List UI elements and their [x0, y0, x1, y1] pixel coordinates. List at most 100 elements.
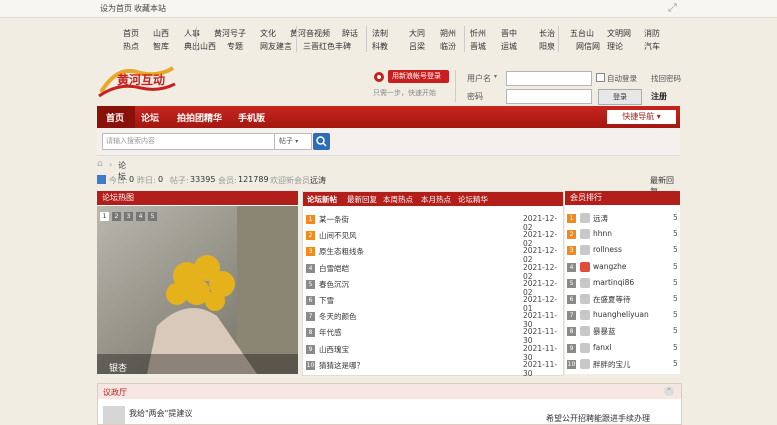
last-post-link[interactable]: 希望公开招聘能跟进手续办理 — [546, 413, 650, 424]
nav-link[interactable]: 网信网 — [576, 41, 600, 52]
thread-row[interactable]: 9 山西瑰宝 2021-11-30 — [303, 342, 561, 362]
nav-link[interactable]: 汽车 — [644, 41, 660, 52]
tab-3[interactable]: 本月热点 — [421, 194, 451, 205]
member-row[interactable]: 10 胖胖的宝儿 5 — [565, 357, 680, 373]
nav-home[interactable]: 首页 — [106, 111, 124, 124]
tab-2[interactable]: 本周热点 — [383, 194, 413, 205]
tab-1[interactable]: 最新回复 — [347, 194, 377, 205]
nav-forum[interactable]: 论坛 — [141, 111, 159, 124]
thread-title[interactable]: 某一条街 — [319, 214, 349, 225]
auto-login-checkbox[interactable] — [596, 73, 605, 82]
thread-title[interactable]: 山间不见风 — [319, 230, 357, 241]
nav-link[interactable]: 辞话 — [342, 28, 358, 39]
member-row[interactable]: 1 远涛 5 — [565, 211, 680, 227]
member-row[interactable]: 5 martinqi86 5 — [565, 276, 680, 292]
thread-row[interactable]: 10 猜猜这是哪？ 2021-11-30 — [303, 358, 561, 378]
hot-photo[interactable]: 12345 银杏 — [97, 206, 298, 374]
avatar[interactable] — [580, 261, 590, 272]
nav-link[interactable]: 长治 — [539, 28, 555, 39]
thread-row[interactable]: 7 冬天的颜色 2021-11-30 — [303, 309, 561, 329]
member-name[interactable]: 暴暴蓝 — [593, 326, 616, 337]
member-row[interactable]: 4 wangzhe 5 — [565, 260, 680, 276]
bookmark-link[interactable]: 收藏本站 — [134, 3, 166, 14]
nav-link[interactable]: 晋城 — [470, 41, 486, 52]
tab-4[interactable]: 论坛精华 — [458, 194, 488, 205]
tab-0[interactable]: 论坛新帖 — [307, 194, 337, 205]
weibo-login-button[interactable]: 用新浪帐号登录 — [388, 70, 449, 83]
nav-photo-best[interactable]: 拍拍团精华 — [177, 111, 222, 124]
member-row[interactable]: 8 暴暴蓝 5 — [565, 324, 680, 340]
nav-link[interactable]: 法制 — [372, 28, 388, 39]
nav-link[interactable]: 智库 — [153, 41, 169, 52]
thread-title[interactable]: 春色沉沉 — [319, 279, 349, 290]
thread-row[interactable]: 5 春色沉沉 2021-12-02 — [303, 277, 561, 297]
avatar[interactable] — [580, 342, 590, 353]
nav-link[interactable]: 运城 — [501, 41, 517, 52]
member-name[interactable]: huangheliyuan — [593, 310, 649, 319]
thread-title[interactable]: 冬天的颜色 — [319, 311, 357, 322]
member-name[interactable]: rollness — [593, 245, 622, 254]
member-name[interactable]: 远涛 — [593, 213, 608, 224]
member-name[interactable]: fanxl — [593, 343, 612, 352]
avatar[interactable] — [580, 310, 590, 321]
weibo-icon[interactable] — [373, 70, 385, 82]
forgot-password-link[interactable]: 找回密码 — [651, 73, 681, 84]
set-home-link[interactable]: 设为首页 — [100, 3, 132, 14]
thread-row[interactable]: 4 白雪皑皑 2021-12-02 — [303, 261, 561, 281]
thread-title[interactable]: 白雪皑皑 — [319, 263, 349, 274]
pager-button[interactable]: 3 — [124, 212, 133, 221]
avatar[interactable] — [580, 277, 590, 288]
search-scope-select[interactable]: 帖子 ▾ — [274, 133, 312, 150]
nav-link[interactable]: 网友建言 — [260, 41, 292, 52]
welcome-user-link[interactable]: 远涛 — [310, 175, 326, 186]
nav-link[interactable]: 消防 — [644, 28, 660, 39]
thread-title[interactable]: 原生态粗线条 — [319, 246, 364, 257]
avatar[interactable] — [580, 294, 590, 304]
nav-link[interactable]: 五台山 — [570, 28, 594, 39]
thread-row[interactable]: 6 下雪 2021-12-01 — [303, 293, 561, 313]
thread-title[interactable]: 猜猜这是哪？ — [319, 360, 364, 371]
fullscreen-icon[interactable]: ⤢ — [668, 1, 677, 15]
nav-link[interactable]: 理论 — [607, 41, 623, 52]
nav-link[interactable]: 吕梁 — [409, 41, 425, 52]
member-row[interactable]: 2 hhnn 5 — [565, 227, 680, 243]
member-name[interactable]: 在盛夏等待 — [593, 294, 631, 305]
username-input[interactable] — [506, 71, 592, 86]
pager-button[interactable]: 2 — [112, 212, 121, 221]
nav-link[interactable]: 热点 — [123, 41, 139, 52]
member-name[interactable]: 胖胖的宝儿 — [593, 359, 631, 370]
nav-link[interactable]: 阳泉 — [539, 41, 555, 52]
quick-nav-button[interactable]: 快捷导航 ▾ — [607, 110, 676, 124]
nav-link[interactable]: 首页 — [123, 28, 139, 39]
avatar[interactable] — [580, 245, 590, 256]
member-row[interactable]: 6 在盛夏等待 5 — [565, 292, 680, 308]
avatar[interactable] — [580, 213, 590, 223]
avatar[interactable] — [580, 358, 590, 369]
pager-button[interactable]: 1 — [100, 212, 109, 221]
section-title[interactable]: 议政厅 — [103, 387, 127, 398]
password-input[interactable] — [506, 89, 592, 104]
site-logo[interactable]: 黄河互动 — [97, 62, 177, 100]
nav-link[interactable]: 人事 — [184, 28, 200, 39]
member-name[interactable]: martinqi86 — [593, 278, 634, 287]
nav-link[interactable]: 忻州 — [470, 28, 486, 39]
collapse-icon[interactable]: ⌃ — [664, 386, 674, 396]
thread-title[interactable]: 山西瑰宝 — [319, 344, 349, 355]
nav-link[interactable]: 朔州 — [440, 28, 456, 39]
thread-title[interactable]: 下雪 — [319, 295, 334, 306]
nav-link[interactable]: 黄河号子 — [214, 28, 246, 39]
member-row[interactable]: 9 fanxl 5 — [565, 341, 680, 357]
nav-link[interactable]: 晋中 — [501, 28, 517, 39]
thread-row[interactable]: 2 山间不见风 2021-12-02 — [303, 228, 561, 248]
search-button[interactable] — [313, 133, 330, 150]
thread-row[interactable]: 3 原生态粗线条 2021-12-02 — [303, 244, 561, 264]
nav-link[interactable]: 典出山西 — [184, 41, 216, 52]
username-select[interactable]: 用户名 — [467, 73, 491, 84]
member-name[interactable]: wangzhe — [593, 262, 627, 271]
pager-button[interactable]: 5 — [148, 212, 157, 221]
home-icon[interactable]: ⌂ — [97, 159, 103, 169]
section-post-link[interactable]: 我给"两会"提建议 — [129, 408, 192, 419]
nav-link[interactable]: 文化 — [260, 28, 276, 39]
nav-link[interactable]: 文明网 — [607, 28, 631, 39]
nav-link[interactable]: 临汾 — [440, 41, 456, 52]
